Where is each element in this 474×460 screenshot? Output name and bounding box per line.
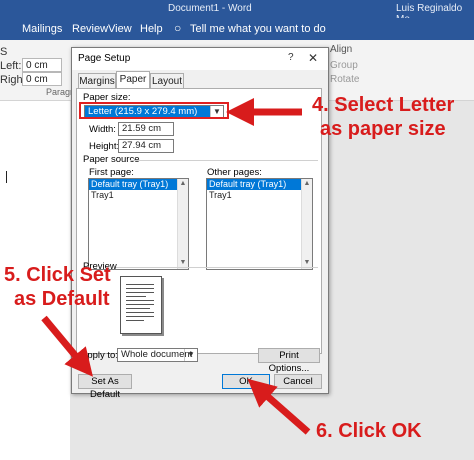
annotation-arrows <box>41 98 311 435</box>
step4-line1: 4. Select Letter <box>312 94 455 116</box>
step5-line1: 5. Click Set <box>4 264 111 286</box>
step4-line2: as paper size <box>320 118 446 140</box>
step6-note: 6. Click OK <box>316 420 422 442</box>
arrow-step5 <box>41 315 93 377</box>
arrow-step6 <box>247 378 311 435</box>
step5-line2: as Default <box>14 288 110 310</box>
